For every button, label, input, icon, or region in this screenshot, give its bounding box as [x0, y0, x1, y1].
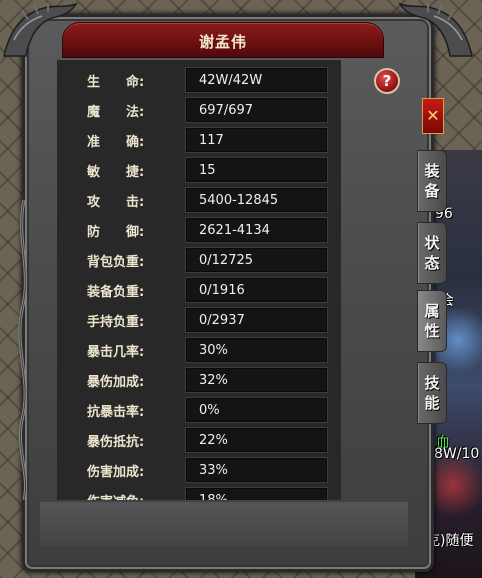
stat-label: 暴伤抵抗: — [87, 435, 145, 450]
stat-row: 攻 击: 5400-12845 — [57, 187, 341, 213]
stat-value: 42W/42W — [199, 73, 263, 88]
stat-value-box: 0/12725 — [185, 247, 328, 273]
stat-value-box: 117 — [185, 127, 328, 153]
stat-value: 30% — [199, 343, 228, 358]
stat-value-box: 5400-12845 — [185, 187, 328, 213]
tab-attributes[interactable]: 属性 — [417, 290, 447, 352]
scene-hp-text: 8W/10 — [434, 446, 480, 462]
stat-label: 暴击几率: — [87, 345, 145, 360]
stat-label: 背包负重: — [87, 255, 145, 270]
stat-row: 生 命: 42W/42W — [57, 67, 341, 93]
tab-label-char: 性 — [424, 322, 440, 340]
stat-row: 魔 法: 697/697 — [57, 97, 341, 123]
stat-value-box: 18% — [185, 487, 328, 500]
tab-equipment[interactable]: 装备 — [417, 150, 447, 212]
stat-value-box: 0/1916 — [185, 277, 328, 303]
stat-label: 攻 击: — [87, 195, 145, 210]
tab-label-char: 技 — [424, 374, 440, 392]
stat-row: 装备负重: 0/1916 — [57, 277, 341, 303]
tab-status[interactable]: 状态 — [417, 222, 447, 284]
tab-skills[interactable]: 技能 — [417, 362, 447, 424]
tab-label-char: 状 — [424, 234, 440, 252]
stat-label: 伤害减免: — [87, 491, 144, 500]
stat-label: 抗暴击率: — [87, 405, 145, 420]
side-ornament-left-icon — [18, 200, 28, 500]
stat-value: 15 — [199, 163, 216, 178]
window-bottom-edge — [40, 502, 408, 546]
tab-label-char: 备 — [424, 182, 440, 200]
stat-value-box: 22% — [185, 427, 328, 453]
stat-row: 暴伤加成: 32% — [57, 367, 341, 393]
stat-value: 0/12725 — [199, 253, 254, 268]
stat-value-box: 30% — [185, 337, 328, 363]
stat-label: 装备负重: — [87, 285, 145, 300]
stat-value-box: 42W/42W — [185, 67, 328, 93]
stat-label: 生 命: — [87, 75, 145, 90]
stat-row: 伤害加成: 33% — [57, 457, 341, 483]
stat-row: 抗暴击率: 0% — [57, 397, 341, 423]
tab-label-char: 装 — [424, 162, 440, 180]
stats-panel: 生 命: 42W/42W 魔 法: 697/697 准 确: 117 敏 捷: 15 攻 击: 5… — [57, 60, 341, 500]
stat-value: 0% — [199, 403, 220, 418]
stat-row: 暴击几率: 30% — [57, 337, 341, 363]
character-name-title: 谢孟伟 — [198, 33, 247, 51]
stat-label: 准 确: — [87, 135, 145, 150]
stat-value: 18% — [199, 493, 228, 500]
stat-row: 背包负重: 0/12725 — [57, 247, 341, 273]
stat-value-box: 0/2937 — [185, 307, 328, 333]
stat-row: 敏 捷: 15 — [57, 157, 341, 183]
stat-value: 697/697 — [199, 103, 254, 118]
stat-row: 暴伤抵抗: 22% — [57, 427, 341, 453]
stat-value: 0/1916 — [199, 283, 245, 298]
stat-value-box: 0% — [185, 397, 328, 423]
stat-value: 117 — [199, 133, 224, 148]
stat-value-box: 2621-4134 — [185, 217, 328, 243]
stat-value: 0/2937 — [199, 313, 245, 328]
stat-label: 暴伤加成: — [87, 375, 145, 390]
stat-value-box: 15 — [185, 157, 328, 183]
stat-value: 33% — [199, 463, 228, 478]
stat-label: 防 御: — [87, 225, 145, 240]
help-button[interactable]: ? — [374, 68, 400, 94]
stat-label: 手持负重: — [87, 315, 145, 330]
stat-row: 伤害减免: 18% — [57, 487, 341, 500]
stat-value-box: 697/697 — [185, 97, 328, 123]
stat-label: 敏 捷: — [87, 165, 145, 180]
stat-row: 手持负重: 0/2937 — [57, 307, 341, 333]
stat-row: 准 确: 117 — [57, 127, 341, 153]
tab-label-char: 态 — [424, 254, 440, 272]
stat-value: 32% — [199, 373, 228, 388]
dragon-ornament-right-icon — [398, 2, 473, 57]
stat-label: 伤害加成: — [87, 465, 145, 480]
stat-row: 防 御: 2621-4134 — [57, 217, 341, 243]
stat-value: 5400-12845 — [199, 193, 279, 208]
stat-value-box: 33% — [185, 457, 328, 483]
tab-label-char: 属 — [424, 302, 440, 320]
stat-value: 2621-4134 — [199, 223, 270, 238]
tab-label-char: 能 — [424, 394, 440, 412]
stat-value: 22% — [199, 433, 228, 448]
close-button[interactable]: ✕ — [422, 98, 444, 134]
title-bar[interactable]: 谢孟伟 — [62, 22, 384, 58]
stat-value-box: 32% — [185, 367, 328, 393]
stat-label: 魔 法: — [87, 105, 145, 120]
